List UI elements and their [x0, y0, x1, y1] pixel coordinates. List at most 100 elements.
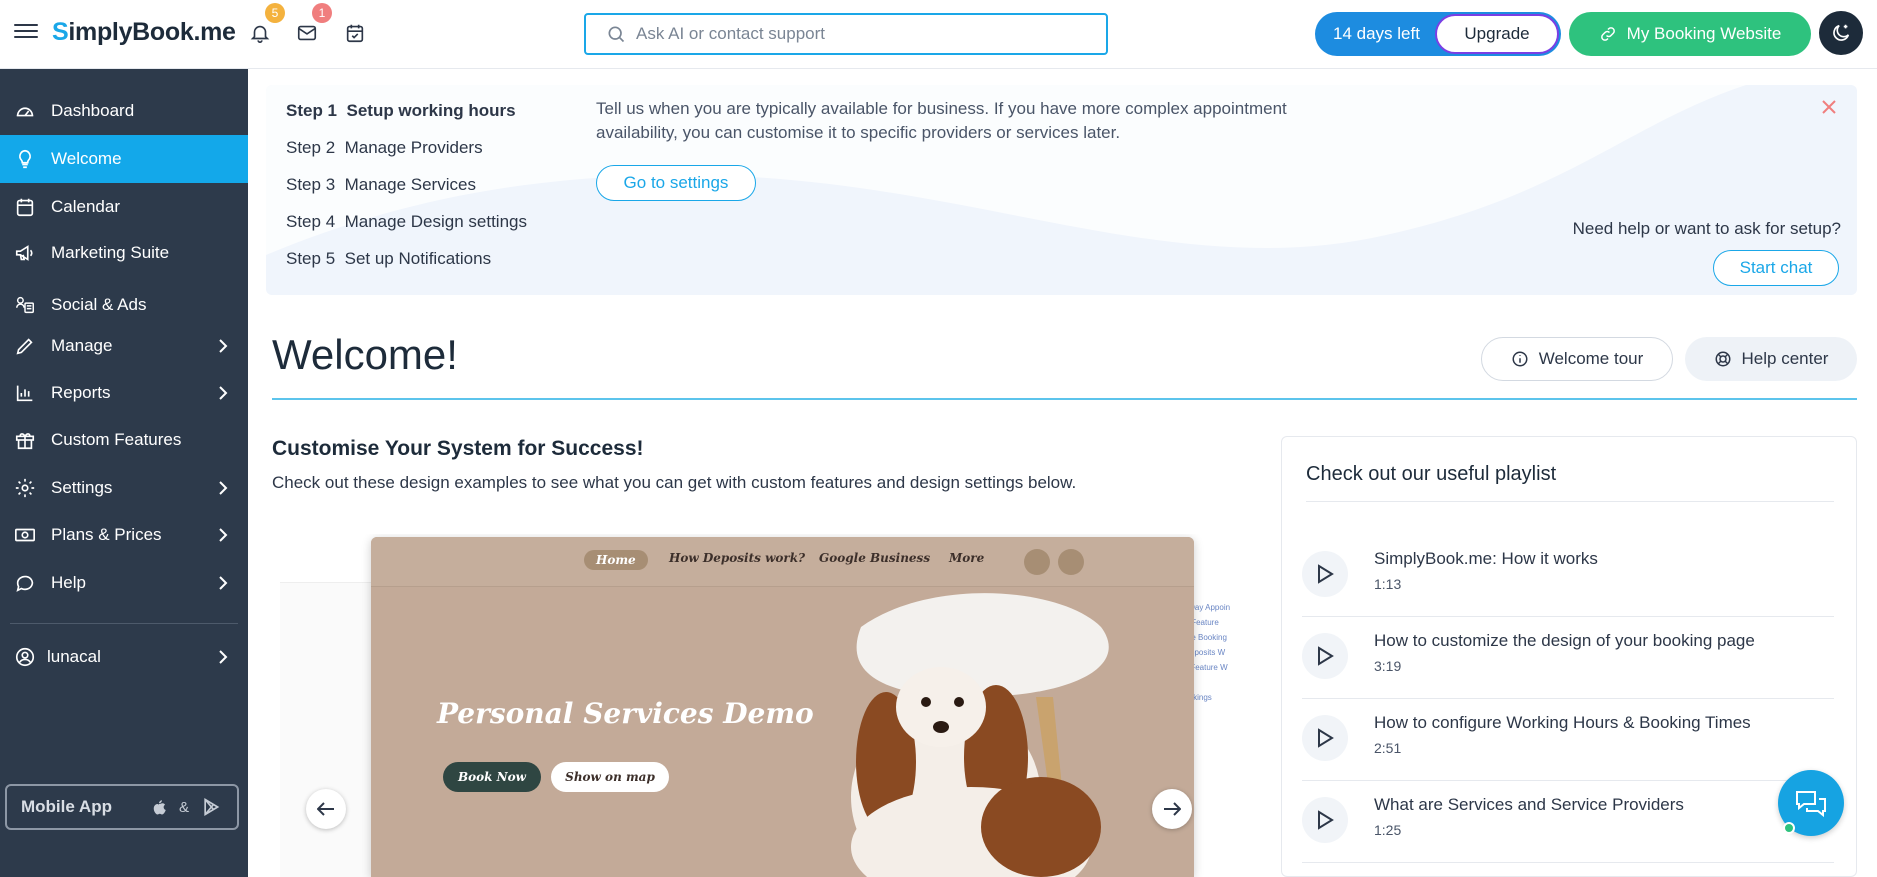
step-3[interactable]: Step 3 Manage Services	[286, 175, 476, 195]
lightbulb-icon	[13, 147, 37, 171]
step-description: Tell us when you are typically available…	[596, 99, 1287, 142]
envelope-icon	[297, 25, 317, 41]
video-title: SimplyBook.me: How it works	[1374, 549, 1598, 568]
sidebar-item-dashboard[interactable]: Dashboard	[0, 87, 248, 135]
chat-bubbles-icon	[1796, 791, 1826, 818]
playlist-panel: Check out our useful playlist SimplyBook…	[1281, 436, 1857, 877]
help-center-button[interactable]: Help center	[1685, 337, 1857, 381]
logo-letter: S	[52, 18, 69, 46]
step-number: Step 3	[286, 175, 336, 194]
messages-badge: 1	[312, 3, 332, 23]
sidebar-item-welcome[interactable]: Welcome	[0, 135, 248, 183]
mobile-app-button[interactable]: Mobile App &	[5, 784, 239, 830]
start-chat-button[interactable]: Start chat	[1713, 250, 1839, 286]
help-question: Need help or want to ask for setup?	[1572, 219, 1841, 238]
sidebar-item-reports[interactable]: Reports	[0, 369, 248, 417]
moon-icon	[1833, 24, 1850, 41]
video-title: What are Services and Service Providers	[1374, 795, 1684, 814]
messages-button[interactable]: 1	[294, 3, 332, 46]
dog-chair-image	[851, 593, 1109, 877]
video-title: How to configure Working Hours & Booking…	[1374, 713, 1751, 732]
playlist-title: Check out our useful playlist	[1306, 463, 1557, 485]
mobile-app-ampersand: &	[179, 798, 190, 816]
logo[interactable]: SimplyBook.me	[52, 18, 236, 47]
sidebar-item-label: Social & Ads	[51, 295, 147, 314]
arrow-right-icon	[1164, 802, 1181, 816]
menu-icon[interactable]	[14, 20, 38, 44]
upgrade-button[interactable]: Upgrade	[1435, 14, 1559, 54]
go-to-settings-button[interactable]: Go to settings	[596, 165, 756, 201]
step-number: Step 2	[286, 138, 336, 157]
video-item[interactable]: What are Services and Service Providers …	[1302, 781, 1834, 863]
slide-nav-home: Home	[584, 550, 648, 570]
sidebar-item-label: Marketing Suite	[51, 243, 170, 262]
playlist-divider	[1306, 501, 1834, 502]
chevron-right-icon	[218, 386, 230, 400]
welcome-tour-button[interactable]: Welcome tour	[1481, 337, 1673, 381]
design-examples-carousel: Home Same Day Appoin HIPAA Feature Appro…	[280, 534, 1250, 877]
sidebar-item-label: lunacal	[47, 647, 101, 666]
sidebar-divider	[10, 623, 238, 624]
sidebar-item-marketing-suite[interactable]: Marketing Suite	[0, 229, 248, 277]
sidebar-item-plans-prices[interactable]: Plans & Prices	[0, 511, 248, 559]
my-booking-website-label: My Booking Website	[1626, 24, 1782, 43]
sidebar-item-account[interactable]: lunacal	[0, 633, 248, 681]
sidebar-item-settings[interactable]: Settings	[0, 464, 248, 512]
help-center-label: Help center	[1741, 349, 1829, 368]
user-circle-icon	[13, 645, 37, 669]
play-icon	[1302, 551, 1348, 597]
design-example-slide[interactable]: Home How Deposits work? Google Business …	[371, 537, 1194, 877]
video-duration: 1:13	[1374, 576, 1402, 592]
sidebar-item-calendar[interactable]: Calendar	[0, 183, 248, 231]
social-ads-icon	[13, 293, 37, 317]
chat-bubble-icon	[13, 571, 37, 595]
pencil-icon	[13, 334, 37, 358]
step-4[interactable]: Step 4 Manage Design settings	[286, 212, 527, 232]
sidebar-item-label: Help	[51, 573, 86, 592]
video-title: How to customize the design of your book…	[1374, 631, 1755, 650]
step-label: Manage Services	[344, 175, 476, 194]
carousel-next-button[interactable]	[1152, 789, 1192, 829]
search-input[interactable]	[636, 24, 1076, 44]
live-chat-button[interactable]	[1778, 770, 1844, 836]
my-booking-website-button[interactable]: My Booking Website	[1569, 12, 1811, 56]
page-title: Welcome!	[272, 331, 458, 378]
sidebar-item-help[interactable]: Help	[0, 559, 248, 607]
slide-nav-google-business: Google Business	[819, 551, 931, 565]
step-number: Step 1	[286, 101, 338, 120]
tasks-button[interactable]	[342, 20, 368, 46]
step-1[interactable]: Step 1 Setup working hours	[286, 101, 516, 121]
play-icon	[1302, 633, 1348, 679]
dark-mode-toggle[interactable]	[1819, 11, 1863, 55]
video-item[interactable]: How to configure Working Hours & Booking…	[1302, 699, 1834, 781]
notifications-button[interactable]: 5	[247, 3, 285, 46]
sidebar-item-label: Reports	[51, 383, 111, 402]
title-divider	[272, 398, 1857, 400]
step-2[interactable]: Step 2 Manage Providers	[286, 138, 483, 158]
login-icon	[1058, 549, 1084, 575]
sidebar-item-label: Manage	[51, 336, 113, 355]
close-icon[interactable]	[1821, 99, 1839, 117]
sidebar-item-manage[interactable]: Manage	[0, 322, 248, 370]
sidebar-item-label: Plans & Prices	[51, 525, 162, 544]
search-box[interactable]	[584, 13, 1108, 55]
video-item[interactable]: SimplyBook.me: How it works 1:13	[1302, 535, 1834, 617]
sidebar-item-custom-features[interactable]: Custom Features	[0, 416, 248, 464]
sidebar-item-label: Settings	[51, 478, 113, 497]
carousel-prev-button[interactable]	[306, 789, 346, 829]
money-icon	[13, 523, 37, 547]
welcome-tour-label: Welcome tour	[1538, 349, 1644, 368]
top-bar: SimplyBook.me 5 1 14 days left Upgrade M…	[0, 0, 1877, 69]
step-label: Setup working hours	[346, 101, 516, 120]
video-item[interactable]: How to customize the design of your book…	[1302, 617, 1834, 699]
trial-days-left: 14 days left	[1333, 24, 1420, 43]
lifebuoy-icon	[1715, 351, 1731, 367]
megaphone-icon	[13, 241, 37, 265]
step-5[interactable]: Step 5 Set up Notifications	[286, 249, 491, 269]
arrow-left-icon	[317, 802, 334, 816]
customise-title: Customise Your System for Success!	[272, 437, 644, 460]
step-label: Manage Providers	[344, 138, 483, 157]
cart-icon	[1024, 549, 1050, 575]
book-now-button: Book Now	[443, 762, 541, 792]
google-play-icon	[201, 797, 221, 822]
